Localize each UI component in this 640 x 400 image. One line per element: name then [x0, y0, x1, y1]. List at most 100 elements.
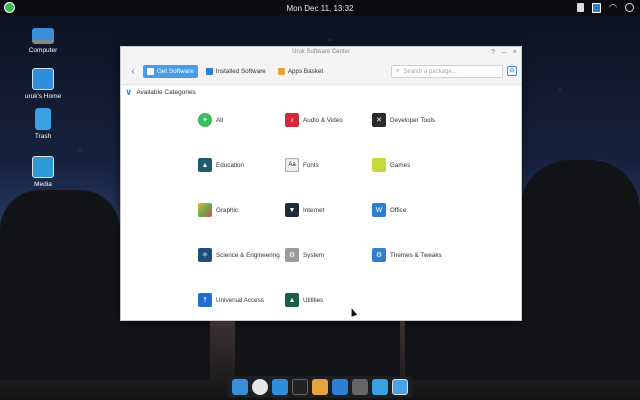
tools-icon: ✕: [372, 113, 386, 127]
top-panel: Mon Dec 11, 13:32 ◠: [0, 0, 640, 16]
basket-icon: [277, 67, 285, 75]
document-viewer-dock-icon[interactable]: [352, 379, 368, 395]
close-icon[interactable]: ×: [513, 47, 517, 58]
chevron-down-icon: ∨: [125, 86, 133, 97]
settings-dock-icon[interactable]: [332, 379, 348, 395]
browser-dock-icon[interactable]: [252, 379, 268, 395]
back-button[interactable]: ‹: [127, 66, 139, 77]
display-dock-icon[interactable]: [392, 379, 408, 395]
category-label: Audio & Video: [303, 116, 343, 124]
category-audio-video[interactable]: ♪ Audio & Video: [285, 113, 343, 127]
get-software-button[interactable]: Get Software: [143, 64, 198, 78]
search-icon: ⌕: [396, 68, 400, 74]
media-icon: [32, 156, 54, 178]
category-label: Games: [390, 161, 411, 169]
clock[interactable]: Mon Dec 11, 13:32: [286, 4, 353, 13]
installed-software-button[interactable]: Installed Software: [202, 65, 270, 78]
category-system[interactable]: ⚙ System: [285, 248, 324, 262]
home-folder-icon: [32, 68, 54, 90]
internet-icon: ▼: [285, 203, 299, 217]
apps-basket-button[interactable]: Apps Basket: [274, 65, 327, 78]
category-developer-tools[interactable]: ✕ Developer Tools: [372, 113, 435, 127]
category-themes-tweaks[interactable]: ⚙ Themes & Tweaks: [372, 248, 442, 262]
category-utilities[interactable]: ▲ Utilities: [285, 293, 323, 307]
computer-icon: [32, 28, 54, 44]
category-fonts[interactable]: Aa Fonts: [285, 158, 319, 172]
desktop-icon-label: Trash: [34, 133, 52, 140]
search-input[interactable]: ⌕ Search a package...: [391, 65, 503, 78]
terminal-dock-icon[interactable]: [292, 379, 308, 395]
wallpaper-silhouette: [0, 190, 120, 380]
update-icon[interactable]: [592, 2, 602, 13]
graphic-icon: [198, 203, 212, 217]
window-title: Uruk Software Center: [292, 49, 350, 55]
category-label: Education: [216, 161, 245, 169]
power-icon[interactable]: [625, 3, 634, 12]
window-titlebar[interactable]: Uruk Software Center ? – ×: [121, 47, 521, 58]
education-icon: ▲: [198, 158, 212, 172]
wallpaper-silhouette: [405, 320, 520, 380]
music-icon: ♪: [285, 113, 299, 127]
lock-icon[interactable]: [577, 3, 585, 12]
category-internet[interactable]: ▼ Internet: [285, 203, 324, 217]
store-dock-icon[interactable]: [312, 379, 328, 395]
installed-software-label: Installed Software: [215, 67, 266, 75]
games-icon: [372, 158, 386, 172]
category-label: Themes & Tweaks: [390, 251, 442, 259]
category-label: All: [216, 116, 223, 124]
software-center-dock-icon[interactable]: [232, 379, 248, 395]
category-label: Developer Tools: [390, 116, 436, 124]
category-label: Office: [390, 206, 407, 214]
files-dock-icon[interactable]: [272, 379, 288, 395]
category-all[interactable]: ✦ All: [198, 113, 223, 127]
download-icon: [147, 67, 154, 75]
all-icon: ✦: [198, 113, 212, 127]
desktop-icon-computer[interactable]: Computer: [18, 28, 68, 54]
available-categories-header[interactable]: ∨ Available Categories: [121, 85, 521, 99]
system-icon: ⚙: [285, 248, 299, 262]
category-label: Graphic: [216, 206, 239, 214]
desktop-icon-label: Media: [34, 181, 52, 188]
help-icon[interactable]: ?: [491, 47, 495, 58]
apps-basket-label: Apps Basket: [287, 67, 324, 75]
utilities-icon: ▲: [285, 293, 299, 307]
desktop-icon-label: Computer: [28, 47, 58, 54]
category-office[interactable]: W Office: [372, 203, 406, 217]
minimize-icon[interactable]: –: [502, 47, 506, 58]
category-label: System: [303, 251, 324, 259]
search-placeholder: Search a package...: [403, 68, 457, 75]
category-label: Fonts: [303, 161, 319, 169]
category-label: Internet: [303, 206, 325, 214]
science-icon: ⚛: [198, 248, 212, 262]
category-label: Universal Access: [216, 296, 264, 304]
category-universal-access[interactable]: ☨ Universal Access: [198, 293, 264, 307]
desktop-icon-label: uruk's Home: [24, 93, 62, 100]
category-science-engineering[interactable]: ⚛ Science & Engineering: [198, 248, 280, 262]
category-graphic[interactable]: Graphic: [198, 203, 238, 217]
software-center-window: Uruk Software Center ? – × ‹ Get Softwar…: [120, 46, 522, 321]
category-education[interactable]: ▲ Education: [198, 158, 244, 172]
category-label: Utilities: [303, 296, 324, 304]
desktop-icon-trash[interactable]: Trash: [18, 108, 68, 140]
get-software-label: Get Software: [157, 67, 194, 75]
menu-button[interactable]: [4, 2, 15, 15]
trash-icon: [35, 108, 51, 130]
wifi-icon[interactable]: ◠: [609, 2, 617, 13]
search-options-button[interactable]: ⚙: [507, 66, 517, 76]
desktop-icon-home[interactable]: uruk's Home: [18, 68, 68, 100]
section-title: Available Categories: [136, 88, 196, 96]
office-icon: W: [372, 203, 386, 217]
wallpaper-silhouette: [235, 320, 400, 380]
fonts-icon: Aa: [285, 158, 299, 172]
installed-icon: [205, 67, 213, 75]
dock: [228, 376, 412, 398]
text-editor-dock-icon[interactable]: [372, 379, 388, 395]
category-label: Science & Engineering: [216, 251, 280, 259]
accessibility-icon: ☨: [198, 293, 212, 307]
category-games[interactable]: Games: [372, 158, 410, 172]
desktop-icon-media[interactable]: Media: [18, 156, 68, 188]
themes-icon: ⚙: [372, 248, 386, 262]
wallpaper-silhouette: [520, 160, 640, 380]
uruk-logo-icon[interactable]: [4, 2, 15, 13]
toolbar: ‹ Get Software Installed Software Apps B…: [121, 58, 521, 85]
